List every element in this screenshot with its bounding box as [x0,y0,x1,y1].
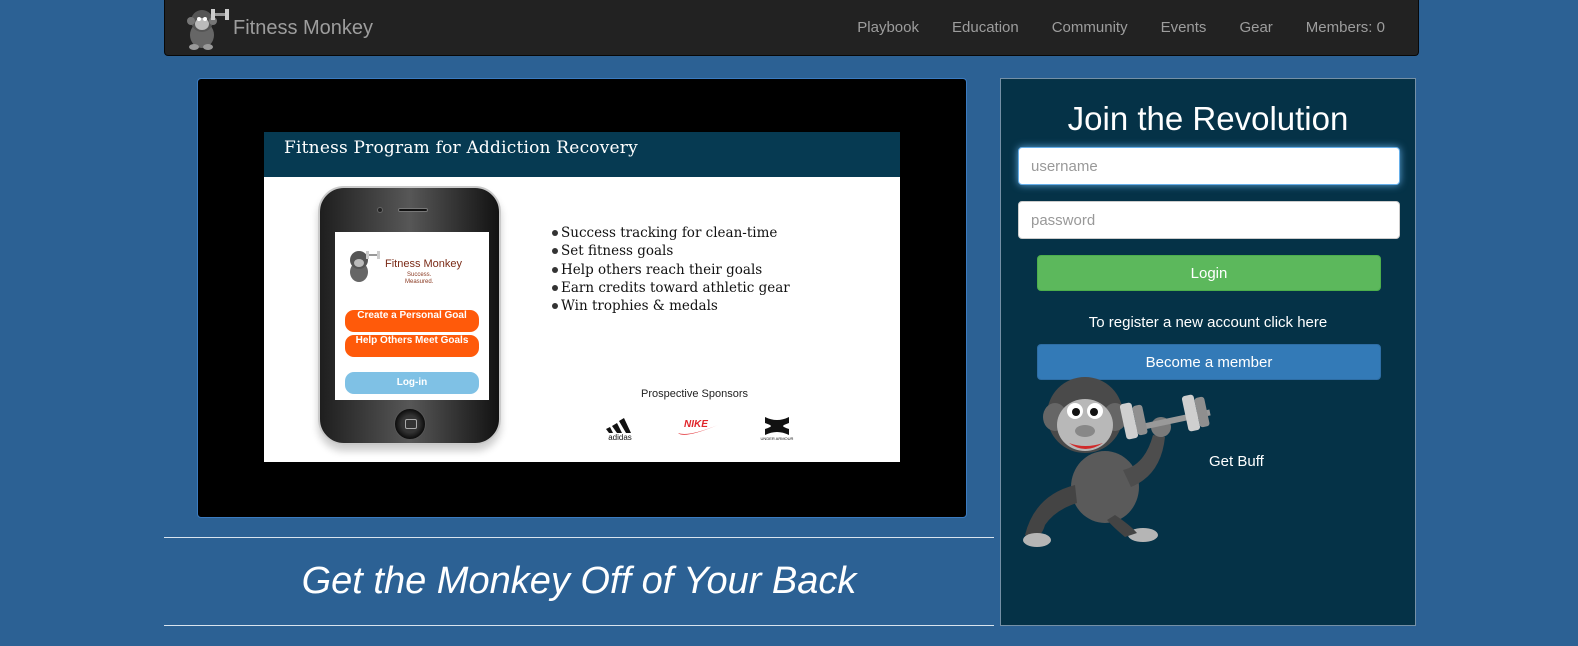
list-item: Earn credits toward athletic gear [552,279,790,297]
password-input[interactable] [1018,201,1400,239]
bullet-icon [552,285,558,292]
feature-list: Success tracking for clean-time Set fitn… [552,224,790,315]
monkey-dumbbell-mascot-icon [1023,377,1211,547]
list-item: Success tracking for clean-time [552,224,790,242]
bullet-icon [552,230,558,237]
nav-link-playbook[interactable]: Playbook [841,0,936,56]
nav-link-community[interactable]: Community [1035,0,1144,56]
list-item: Help others reach their goals [552,261,790,279]
phone-app-name: Fitness Monkey [385,258,463,270]
nav-links: Playbook Education Community Events Gear… [841,0,1418,56]
phone-earpiece [398,208,428,212]
svg-text:UNDER ARMOUR: UNDER ARMOUR [761,436,794,441]
tagline-divider-bottom [164,625,994,626]
slide-title: Fitness Program for Addiction Recovery [284,138,638,158]
nav-link-members[interactable]: Members: 0 [1289,0,1418,56]
username-input[interactable] [1018,147,1400,185]
bullet-icon [552,248,558,255]
navbar: Fitness Monkey Playbook Education Commun… [164,0,1419,56]
phone-app-tagline: Success. Measured. [405,272,433,286]
bullet-icon [552,266,558,273]
phone-tagline-line-1: Success. [407,272,432,278]
adidas-logo-icon: adidas [606,418,632,441]
phone-screen: Fitness Monkey Success. Measured. Create… [335,232,489,400]
page-tagline: Get the Monkey Off of Your Back [301,560,857,602]
sponsors-title: Prospective Sponsors [641,388,748,400]
phone-tagline-line-2: Measured. [405,279,434,285]
svg-text:adidas: adidas [608,433,632,441]
phone-login-button: Log-in [345,372,479,394]
phone-home-button [394,408,426,440]
nav-link-gear[interactable]: Gear [1223,0,1289,56]
monkey-logo-icon[interactable] [180,5,230,51]
list-item: Set fitness goals [552,242,790,260]
tagline-divider-top [164,537,994,538]
login-panel: Join the Revolution Login To register a … [1000,78,1416,626]
get-buff-caption: Get Buff [1209,453,1264,470]
svg-text:NIKE: NIKE [684,419,708,430]
nike-logo-icon: NIKE [678,419,718,435]
list-item: Win trophies & medals [552,297,790,315]
nav-link-events[interactable]: Events [1144,0,1223,56]
join-title: Join the Revolution [1067,100,1349,137]
phone-help-others-button: Help Others Meet Goals [345,335,479,357]
phone-camera-icon [377,207,383,213]
bullet-icon [552,303,558,310]
video-panel[interactable]: Fitness Program for Addiction Recovery F… [197,78,967,518]
register-link[interactable]: To register a new account click here [1001,314,1415,331]
nav-link-education[interactable]: Education [936,0,1036,56]
presentation-slide: Fitness Program for Addiction Recovery F… [264,132,900,462]
login-button[interactable]: Login [1037,255,1381,291]
brand-name[interactable]: Fitness Monkey [233,17,373,40]
phone-mockup: Fitness Monkey Success. Measured. Create… [318,186,501,445]
phone-create-goal-button: Create a Personal Goal [345,310,479,332]
monkey-logo-icon [350,251,380,282]
under-armour-logo-icon: UNDER ARMOUR [761,417,794,441]
